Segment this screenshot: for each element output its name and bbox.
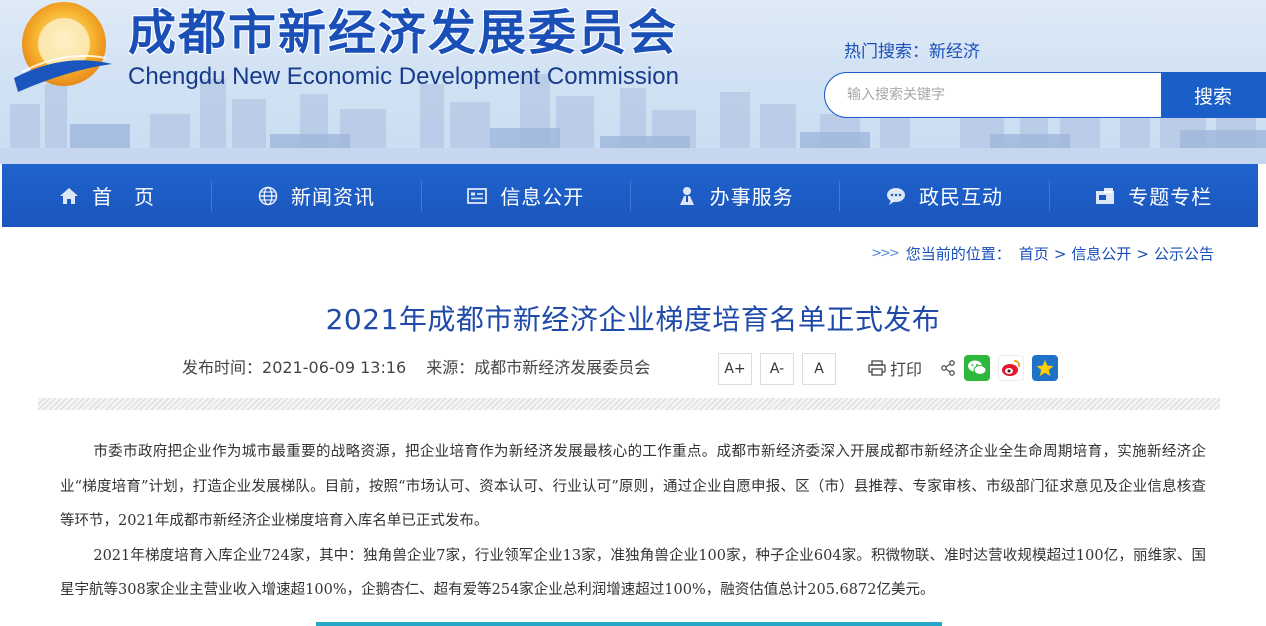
site-title-english: Chengdu New Economic Development Commiss… xyxy=(128,63,679,90)
qzone-share-icon[interactable] xyxy=(1032,355,1059,381)
print-button[interactable]: 打印 xyxy=(868,356,922,380)
article-meta: 发布时间： 2021-06-09 13:16 来源： 成都市新经济发展委员会 xyxy=(182,356,650,380)
article-source: 成都市新经济发展委员会 xyxy=(474,358,651,377)
folder-icon xyxy=(1096,187,1115,204)
wechat-glyph-icon xyxy=(968,360,987,375)
font-decrease-button[interactable]: A- xyxy=(760,353,794,385)
article-tools: 打印 xyxy=(868,354,1059,382)
nav-label: 新闻资讯 xyxy=(290,185,375,209)
nav-item-information-disclosure[interactable]: 信息公开 xyxy=(420,164,630,227)
article-title: 2021年成都市新经济企业梯度培育名单正式发布 xyxy=(325,303,941,336)
weibo-share-icon[interactable] xyxy=(998,355,1025,381)
print-label: 打印 xyxy=(890,360,923,379)
font-size-controls: A+ A- A xyxy=(718,353,836,385)
breadcrumb-separator: > xyxy=(1053,245,1067,263)
nav-item-home[interactable]: 首 页 xyxy=(2,164,211,227)
source-label: 来源： xyxy=(426,358,475,377)
globe-icon xyxy=(258,186,278,205)
hot-search-link[interactable]: 热门搜索：新经济 xyxy=(844,40,980,64)
share-icon[interactable] xyxy=(940,360,956,376)
wechat-share-icon[interactable] xyxy=(964,355,991,381)
publish-time-label: 发布时间： xyxy=(182,358,263,377)
breadcrumb-link-home[interactable]: 首页 xyxy=(1019,243,1049,265)
nav-label: 办事服务 xyxy=(709,185,794,209)
nav-label: 信息公开 xyxy=(500,185,585,209)
breadcrumb-prefix: 您当前的位置： xyxy=(905,245,1011,263)
article-paragraph: 2021年梯度培育入库企业724家，其中：独角兽企业7家，行业领军企业13家，准… xyxy=(60,547,1206,599)
article-paragraph: 市委市政府把企业作为城市最重要的战略资源，把企业培育作为新经济发展最核心的工作重… xyxy=(60,444,1206,529)
search-bar: 搜索 xyxy=(824,72,1266,118)
font-increase-button[interactable]: A+ xyxy=(718,353,752,385)
breadcrumb-separator: > xyxy=(1136,245,1149,263)
publish-time: 2021-06-09 13:16 xyxy=(262,358,407,377)
breadcrumb-link-information-disclosure[interactable]: 信息公开 xyxy=(1071,243,1131,265)
nav-item-interaction[interactable]: 政民互动 xyxy=(839,164,1048,227)
double-chevron-right-icon: >>> xyxy=(871,246,900,261)
document-list-icon xyxy=(467,187,488,204)
nav-item-news[interactable]: 新闻资讯 xyxy=(211,164,420,227)
printer-icon xyxy=(868,360,886,376)
main-navigation: 首 页 新闻资讯 信息公开 办事服务 政民互动 专题专栏 xyxy=(2,164,1258,227)
weibo-glyph-icon xyxy=(1002,360,1021,376)
nav-item-services[interactable]: 办事服务 xyxy=(629,164,839,227)
article-body: 市委市政府把企业作为城市最重要的战略资源，把企业培育作为新经济发展最核心的工作重… xyxy=(60,435,1206,608)
star-glyph-icon xyxy=(1036,360,1054,376)
breadcrumb-link-announcements[interactable]: 公示公告 xyxy=(1154,243,1214,265)
home-icon xyxy=(60,187,79,204)
font-reset-button[interactable]: A xyxy=(802,353,836,385)
search-button[interactable]: 搜索 xyxy=(1161,73,1265,117)
nav-item-special-topics[interactable]: 专题专栏 xyxy=(1048,164,1258,227)
breadcrumb: >>> 您当前的位置： 首页 > 信息公开 > 公示公告 xyxy=(871,243,1214,265)
article-divider xyxy=(38,398,1220,410)
site-title-chinese: 成都市新经济发展委员会 xyxy=(128,5,679,61)
commission-logo xyxy=(14,2,112,92)
nav-label: 政民互动 xyxy=(918,185,1003,209)
person-icon xyxy=(679,186,694,205)
header-banner: 成都市新经济发展委员会 Chengdu New Economic Develop… xyxy=(0,0,1266,164)
chat-bubble-icon xyxy=(886,187,905,205)
bottom-accent-bar xyxy=(316,622,942,626)
search-input[interactable] xyxy=(825,73,1163,117)
nav-label: 首 页 xyxy=(92,185,156,209)
nav-label: 专题专栏 xyxy=(1128,185,1213,209)
